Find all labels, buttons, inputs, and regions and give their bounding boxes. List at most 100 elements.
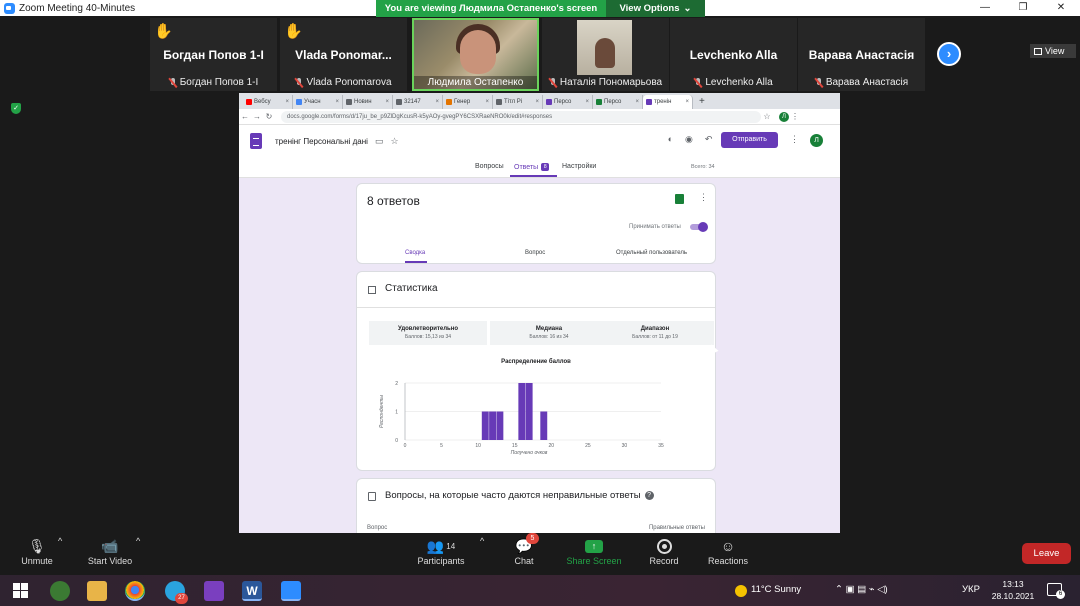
url-field[interactable]: docs.google.com/forms/d/17ju_be_p9ZlDgKc…: [281, 110, 761, 123]
stat-label: Медиана: [535, 326, 563, 332]
unmute-button[interactable]: 🎙 Unmute: [18, 536, 56, 567]
tab-settings[interactable]: Настройки: [562, 163, 596, 170]
tab-close-icon[interactable]: ×: [435, 99, 439, 105]
close-button[interactable]: ✕: [1042, 0, 1080, 16]
tab-close-icon[interactable]: ×: [385, 99, 389, 105]
google-forms-icon: [250, 133, 262, 149]
tab-close-icon[interactable]: ×: [335, 99, 339, 105]
back-icon[interactable]: ←: [239, 112, 251, 121]
browser-tab[interactable]: Персо ×: [593, 95, 643, 109]
security-shield-icon[interactable]: ✓: [11, 103, 21, 114]
form-title[interactable]: тренінг Персональні дані: [275, 137, 368, 146]
raised-hand-icon: ✋: [154, 23, 173, 40]
y-tick-label: 1: [395, 410, 398, 416]
muted-mic-icon: [549, 77, 557, 88]
browser-tab[interactable]: Персо ×: [543, 95, 593, 109]
zoom-icon[interactable]: [281, 581, 301, 601]
participant-tile[interactable]: ✋ Богдан Попов 1-І Богдан Попов 1-І: [150, 18, 277, 91]
subtab-question[interactable]: Вопрос: [525, 250, 545, 256]
tab-close-icon[interactable]: ×: [635, 99, 639, 105]
tab-close-icon[interactable]: ×: [585, 99, 589, 105]
clock[interactable]: 13:13 28.10.2021: [990, 578, 1036, 602]
participant-video-tile[interactable]: Наталія Пономарьова: [542, 18, 669, 91]
chrome-icon[interactable]: [125, 581, 145, 601]
forward-icon[interactable]: →: [251, 112, 263, 121]
tab-label: тренін: [654, 99, 672, 105]
tab-favicon-icon: [346, 99, 352, 105]
unmute-label: Unmute: [21, 556, 53, 566]
record-button[interactable]: Record: [646, 536, 682, 566]
tab-close-icon[interactable]: ×: [685, 99, 689, 105]
participant-video-tile[interactable]: Людмила Остапенко: [412, 18, 539, 91]
profile-avatar[interactable]: Л: [779, 111, 789, 122]
reactions-button[interactable]: ☺ Reactions: [706, 536, 750, 566]
share-screen-button[interactable]: ↑ Share Screen: [565, 536, 623, 566]
participants-button[interactable]: 👥 14 Participants: [414, 536, 468, 567]
file-explorer-icon[interactable]: [87, 581, 107, 601]
participant-label: Levchenko Alla: [705, 77, 773, 88]
start-windows-icon[interactable]: [13, 583, 28, 598]
muted-microphone-icon: 🎙: [28, 537, 46, 554]
leave-button[interactable]: Leave: [1022, 543, 1071, 564]
browser-tab[interactable]: Вебсу ×: [243, 95, 293, 109]
muted-mic-icon: [169, 77, 177, 88]
video-options-caret[interactable]: ^: [136, 536, 140, 546]
participants-options-caret[interactable]: ^: [480, 536, 484, 546]
tab-close-icon[interactable]: ×: [535, 99, 539, 105]
more-options-icon[interactable]: ⋮: [790, 134, 799, 145]
view-options-button[interactable]: View Options ⌄: [606, 0, 705, 17]
participant-tile[interactable]: Варава Анастасія Варава Анастасія: [798, 18, 925, 91]
participant-gallery: ✋ Богдан Попов 1-І Богдан Попов 1-І ✋ Vl…: [0, 18, 1080, 92]
subtab-summary[interactable]: Сводка: [405, 250, 425, 256]
browser-tab[interactable]: Тітл Рі ×: [493, 95, 543, 109]
browser-tab[interactable]: Учасн ×: [293, 95, 343, 109]
x-tick-label: 30: [622, 443, 628, 449]
audio-options-caret[interactable]: ^: [58, 536, 62, 546]
browser-tab[interactable]: Новин ×: [343, 95, 393, 109]
telegram-icon[interactable]: 27: [165, 581, 188, 604]
column-question: Вопрос: [367, 525, 388, 531]
star-icon[interactable]: ☆: [390, 136, 398, 147]
wrong-answers-title: Вопросы, на которые часто даются неправи…: [385, 490, 654, 501]
app-icon[interactable]: [50, 581, 70, 601]
accept-responses-toggle[interactable]: [690, 222, 708, 232]
bookmark-star-icon[interactable]: ☆: [761, 112, 773, 121]
preview-eye-icon[interactable]: ◉: [685, 134, 693, 145]
language-indicator[interactable]: УКР: [962, 584, 980, 595]
tab-close-icon[interactable]: ×: [285, 99, 289, 105]
tab-close-icon[interactable]: ×: [485, 99, 489, 105]
chat-button[interactable]: 💬 5 Chat: [510, 533, 539, 566]
browser-tab[interactable]: Генер ×: [443, 95, 493, 109]
view-button[interactable]: View: [1030, 44, 1076, 58]
visual-studio-icon[interactable]: [204, 581, 224, 601]
send-button[interactable]: Отправить: [721, 132, 778, 148]
word-icon[interactable]: W: [242, 581, 262, 601]
participant-tile[interactable]: ✋ Vlada Ponomar... Vlada Ponomarova: [280, 18, 407, 91]
next-page-button[interactable]: ›: [937, 42, 961, 66]
browser-tab[interactable]: тренін ×: [643, 95, 693, 109]
tab-label: Персо: [604, 99, 622, 105]
tab-questions[interactable]: Вопросы: [475, 163, 504, 170]
new-tab-button[interactable]: +: [693, 95, 711, 109]
sheets-icon[interactable]: [675, 194, 684, 204]
undo-icon[interactable]: ↶: [705, 134, 713, 145]
account-avatar[interactable]: Л: [810, 134, 823, 147]
subtab-individual[interactable]: Отдельный пользователь: [616, 250, 687, 256]
minimize-button[interactable]: —: [966, 0, 1004, 16]
browser-tab[interactable]: 32147 ×: [393, 95, 443, 109]
tray-icons[interactable]: ⌃ ▣ ▤ ⌁ ◁): [835, 584, 888, 595]
palette-icon[interactable]: ◐: [668, 134, 673, 145]
view-options-label: View Options: [619, 3, 680, 14]
maximize-button[interactable]: ❐: [1004, 0, 1042, 16]
start-video-button[interactable]: 📹 Start Video: [84, 536, 136, 567]
notification-center-icon[interactable]: 6: [1047, 583, 1065, 599]
participant-tile[interactable]: Levchenko Alla Levchenko Alla: [670, 18, 797, 91]
browser-menu-icon[interactable]: ⋮: [789, 112, 801, 121]
form-canvas: 8 ответов ⋮ Принимать ответы Сводка Вопр…: [239, 178, 840, 533]
more-options-icon[interactable]: ⋮: [699, 192, 708, 203]
reload-icon[interactable]: ↻: [263, 112, 275, 121]
tab-responses[interactable]: Ответы 8: [514, 163, 550, 171]
help-icon[interactable]: ?: [644, 490, 654, 500]
folder-icon[interactable]: ▭: [375, 136, 384, 147]
weather-text[interactable]: 11°C Sunny: [751, 584, 801, 595]
